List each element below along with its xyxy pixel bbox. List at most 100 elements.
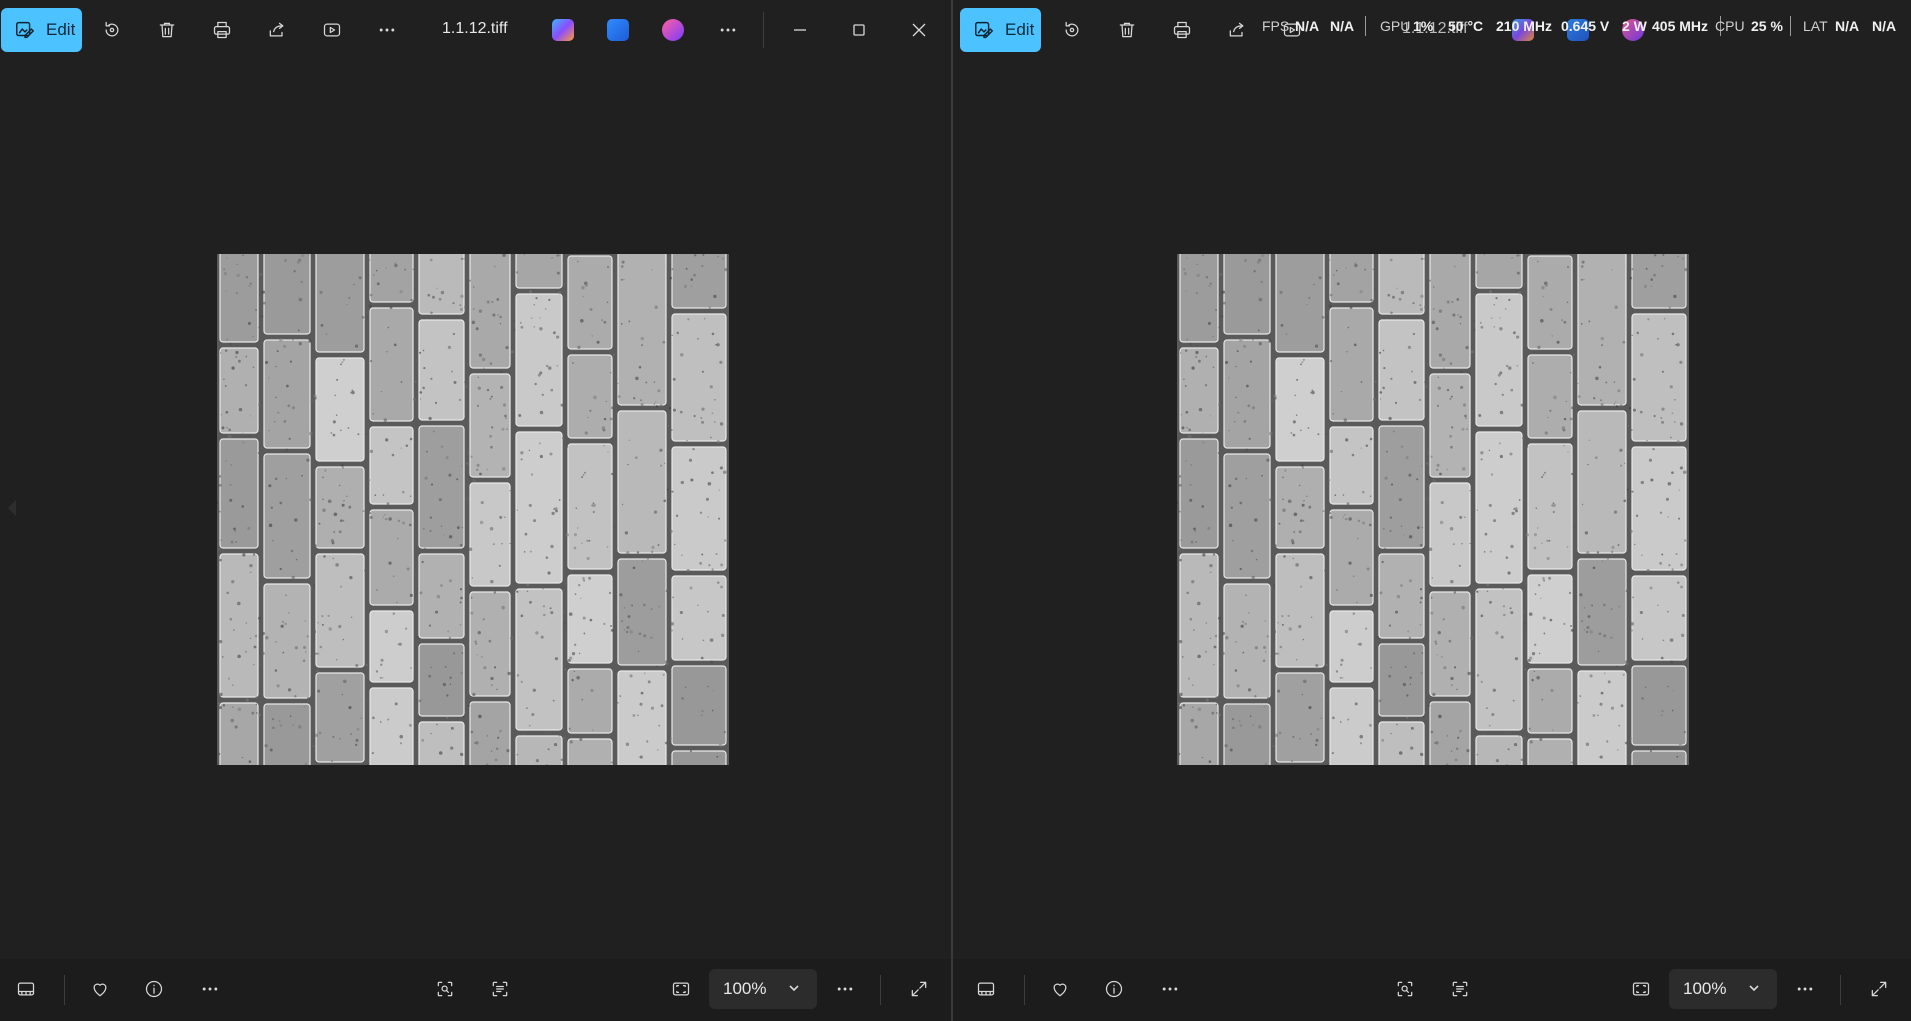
text-scan-icon bbox=[492, 981, 508, 997]
zoom-dropdown[interactable]: 100% bbox=[709, 969, 817, 1009]
visual-search-icon bbox=[437, 981, 453, 997]
fps-label: FPS bbox=[1262, 18, 1290, 34]
favorite-button[interactable] bbox=[80, 967, 120, 1011]
filmstrip-button[interactable] bbox=[6, 967, 46, 1011]
zoom-dropdown[interactable]: 100% bbox=[1669, 969, 1777, 1009]
info-button[interactable] bbox=[1094, 967, 1134, 1011]
gpu-usage: 1% bbox=[1413, 18, 1434, 34]
image-content bbox=[1177, 254, 1689, 765]
fullscreen-button[interactable] bbox=[1859, 967, 1899, 1011]
info-icon bbox=[145, 980, 163, 998]
info-button[interactable] bbox=[134, 967, 174, 1011]
delete-icon bbox=[1119, 22, 1135, 38]
gpu-label: GPU bbox=[1380, 18, 1411, 34]
bottom-divider bbox=[1024, 975, 1025, 1005]
filmstrip-button[interactable] bbox=[966, 967, 1006, 1011]
print-button[interactable] bbox=[1162, 8, 1202, 52]
more-apps-button[interactable] bbox=[708, 8, 748, 52]
fullscreen-button[interactable] bbox=[899, 967, 939, 1011]
rotate-icon bbox=[105, 21, 119, 37]
visual-search-button[interactable] bbox=[425, 967, 465, 1011]
fit-icon bbox=[672, 982, 690, 996]
brick-wall-image bbox=[217, 254, 729, 765]
more-zoom-button[interactable] bbox=[825, 967, 865, 1011]
print-icon bbox=[1173, 21, 1191, 39]
edit-button[interactable]: Edit bbox=[960, 8, 1041, 52]
lat-value-2: N/A bbox=[1872, 18, 1897, 34]
chevron-down-icon bbox=[789, 985, 799, 992]
maximize-button[interactable] bbox=[832, 8, 886, 52]
lat-value: N/A bbox=[1835, 18, 1860, 34]
chevron-down-icon bbox=[1749, 985, 1759, 992]
lat-label: LAT bbox=[1803, 18, 1828, 34]
slideshow-button[interactable] bbox=[312, 8, 352, 52]
photos-window-right: Edit 1.1.12.tiff 100% bbox=[953, 0, 1911, 1021]
share-button[interactable] bbox=[1217, 8, 1257, 52]
bottom-bar: 100% bbox=[0, 959, 952, 1021]
bottom-divider bbox=[64, 975, 65, 1005]
previous-arrow-icon[interactable] bbox=[8, 500, 16, 516]
more-icon bbox=[1162, 987, 1178, 991]
fps-value: N/A bbox=[1295, 18, 1320, 34]
text-scan-button[interactable] bbox=[1440, 967, 1480, 1011]
minimize-icon bbox=[794, 29, 806, 31]
rotate-icon bbox=[1065, 21, 1079, 37]
more-zoom-button[interactable] bbox=[1785, 967, 1825, 1011]
more-icon bbox=[837, 987, 853, 991]
more-bottom-button[interactable] bbox=[1150, 967, 1190, 1011]
filmstrip-icon bbox=[977, 982, 995, 996]
gpu-clock: 210 MHz bbox=[1496, 18, 1553, 34]
edit-image-icon bbox=[975, 21, 993, 39]
zoom-level: 100% bbox=[723, 979, 767, 998]
fullscreen-icon bbox=[1871, 981, 1887, 997]
toolbar-divider bbox=[763, 12, 764, 48]
designer-icon[interactable] bbox=[607, 19, 629, 41]
favorite-button[interactable] bbox=[1040, 967, 1080, 1011]
close-icon bbox=[912, 23, 926, 37]
fps-value-2: N/A bbox=[1330, 18, 1355, 34]
close-button[interactable] bbox=[892, 8, 946, 52]
fit-to-window-button[interactable] bbox=[661, 967, 701, 1011]
info-icon bbox=[1105, 980, 1123, 998]
fit-icon bbox=[1632, 982, 1650, 996]
overlay-divider bbox=[1790, 16, 1791, 36]
fit-to-window-button[interactable] bbox=[1621, 967, 1661, 1011]
more-bottom-button[interactable] bbox=[190, 967, 230, 1011]
favorite-icon bbox=[1053, 983, 1067, 997]
visual-search-icon bbox=[1397, 981, 1413, 997]
brick-wall-image bbox=[1177, 254, 1689, 765]
share-button[interactable] bbox=[257, 8, 297, 52]
image-content bbox=[217, 254, 729, 765]
clipchamp-icon[interactable] bbox=[662, 19, 684, 41]
text-scan-button[interactable] bbox=[480, 967, 520, 1011]
edit-image-icon bbox=[16, 21, 34, 39]
gpu-voltage: 0.645 V bbox=[1561, 18, 1610, 34]
print-button[interactable] bbox=[202, 8, 242, 52]
bottom-divider bbox=[1840, 975, 1841, 1005]
more-options-button[interactable] bbox=[367, 8, 407, 52]
visual-search-button[interactable] bbox=[1385, 967, 1425, 1011]
share-icon bbox=[1229, 22, 1244, 37]
more-icon bbox=[379, 28, 395, 32]
more-icon bbox=[202, 987, 218, 991]
delete-button[interactable] bbox=[1107, 8, 1147, 52]
more-icon bbox=[720, 28, 736, 32]
favorite-icon bbox=[93, 983, 107, 997]
cpu-usage: 25 % bbox=[1751, 18, 1783, 34]
edit-label: Edit bbox=[46, 20, 76, 39]
gpu-temp: 50 °C bbox=[1448, 18, 1484, 34]
copilot-icon[interactable] bbox=[552, 19, 574, 41]
rotate-button[interactable] bbox=[1052, 8, 1092, 52]
maximize-icon bbox=[853, 24, 865, 36]
more-icon bbox=[1797, 987, 1813, 991]
delete-button[interactable] bbox=[147, 8, 187, 52]
file-name: 1.1.12.tiff bbox=[442, 20, 508, 37]
gpu-mem-clock: 405 MHz bbox=[1652, 18, 1709, 34]
share-icon bbox=[269, 22, 284, 37]
fullscreen-icon bbox=[911, 981, 927, 997]
minimize-button[interactable] bbox=[773, 8, 827, 52]
edit-button[interactable]: Edit bbox=[1, 8, 82, 52]
rotate-button[interactable] bbox=[92, 8, 132, 52]
filmstrip-icon bbox=[17, 982, 35, 996]
performance-overlay: FPS N/A N/A GPU 1% 50 °C 210 MHz 0.645 V… bbox=[1260, 14, 1911, 40]
